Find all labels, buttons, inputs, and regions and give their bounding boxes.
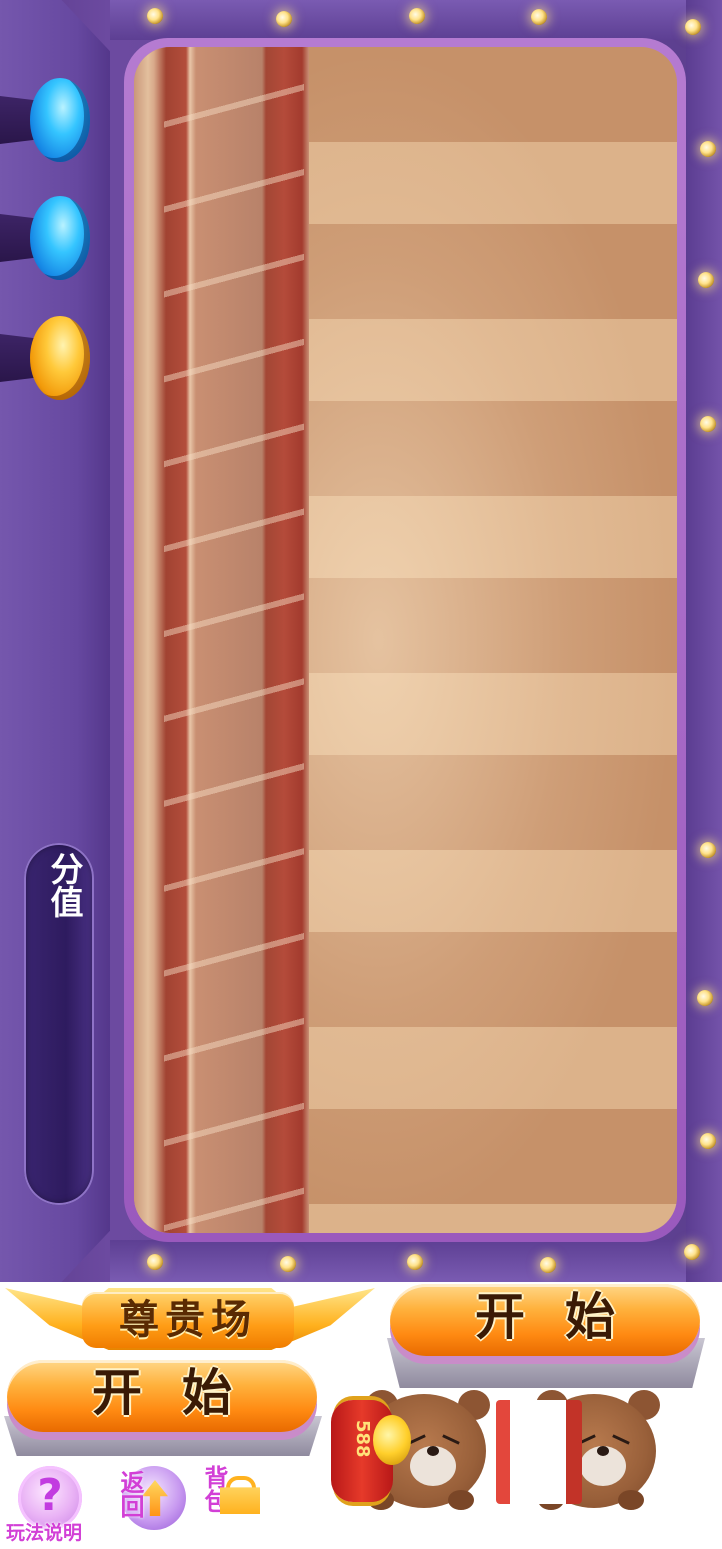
gold-coin-icon <box>373 1415 411 1465</box>
blue-lever-cap <box>30 196 90 280</box>
marquee-lamp <box>409 8 425 24</box>
machine-right-bevel <box>686 0 722 1282</box>
gold-lever-button[interactable] <box>0 316 92 400</box>
marquee-lamp <box>685 19 701 35</box>
bet-value-label: 分值 <box>45 852 84 918</box>
blue-lever-cap <box>30 78 90 162</box>
help-label: 玩法说明 <box>6 1522 83 1544</box>
blue-lever-button-1[interactable] <box>0 78 92 162</box>
start-button-bottom-label: 开始 <box>92 1364 272 1422</box>
back-label: 返回 <box>116 1470 144 1518</box>
marquee-lamp <box>700 416 716 432</box>
marquee-lamp <box>698 272 714 288</box>
marquee-lamp <box>280 1256 296 1272</box>
marquee-lamp <box>147 1254 163 1270</box>
start-button-top-label: 开始 <box>475 1288 655 1346</box>
conveyor-rungs <box>164 47 304 1233</box>
marquee-lamp <box>531 9 547 25</box>
marquee-lamp <box>684 1244 700 1260</box>
play-screen[interactable] <box>134 47 677 1233</box>
marquee-lamp <box>276 11 292 27</box>
claw-machine: 分值 <box>0 0 722 1282</box>
vip-room-label: 尊贵场 <box>119 1297 257 1343</box>
marquee-lamp <box>700 141 716 157</box>
marquee-lamp <box>407 1254 423 1270</box>
marquee-lamp <box>700 1133 716 1149</box>
marquee-lamp <box>147 8 163 24</box>
marquee-lamp <box>700 842 716 858</box>
blue-lever-button-2[interactable] <box>0 196 92 280</box>
gold-lever-cap <box>30 316 90 400</box>
blank-scroll <box>496 1400 582 1504</box>
marquee-lamp <box>540 1257 556 1273</box>
marquee-lamp <box>697 990 713 1006</box>
